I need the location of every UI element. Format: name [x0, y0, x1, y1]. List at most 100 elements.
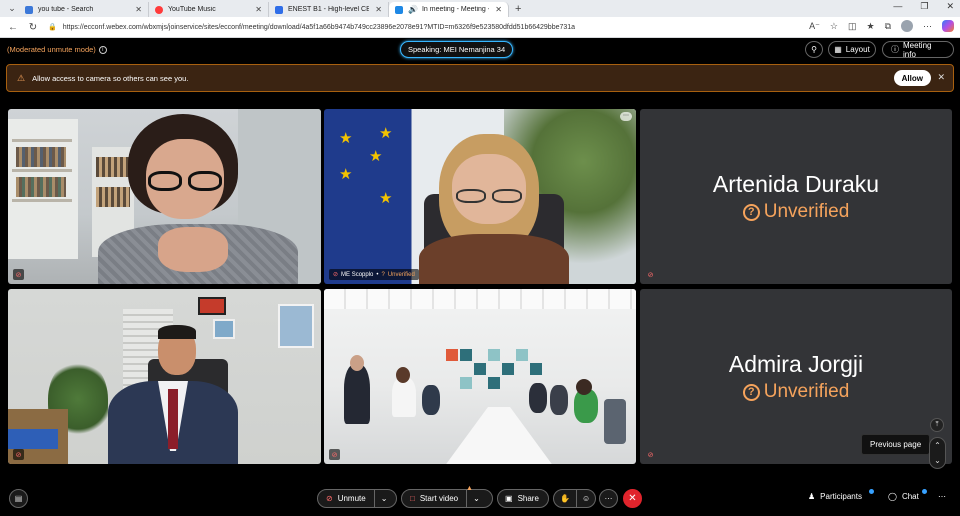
browser-toolbar-right: A⁻ ☆ ◫ ★ ⧉ ⋯ [809, 20, 954, 32]
search-icon: ⚲ [811, 45, 817, 54]
share-label: Share [517, 494, 539, 503]
previous-page-button[interactable]: ⌃ [930, 438, 945, 453]
share-button[interactable]: ▣ Share [497, 489, 549, 508]
tab-title: YouTube Music [168, 6, 216, 13]
webex-favicon-icon [395, 5, 403, 14]
video-options-button[interactable]: ⌄ [466, 490, 486, 507]
question-circle-icon: ? [742, 203, 760, 221]
warning-icon: ⚠ [17, 72, 26, 83]
video-off-icon: □ [410, 494, 415, 503]
minimize-icon[interactable]: — [893, 1, 902, 12]
start-video-button[interactable]: □ Start video [402, 490, 466, 507]
arrow-to-top-icon: ⤒ [935, 421, 939, 428]
favorites-icon[interactable]: ★ [866, 21, 874, 32]
close-tab-icon[interactable]: ✕ [135, 5, 142, 14]
back-arrow-icon[interactable]: ← [6, 22, 20, 33]
active-speaker-indicator: Speaking: MEI Nemanjina 34 [400, 41, 514, 58]
participant-name: Admira Jorgji [728, 351, 864, 377]
read-aloud-icon[interactable]: A⁻ [809, 21, 820, 32]
tab-title: ENEST B1 - High-level CBAM me [288, 6, 370, 13]
meeting-top-bar: (Moderated unmute mode) i Speaking: MEI … [0, 38, 960, 62]
chat-icon: ◯ [888, 492, 897, 501]
reactions-button[interactable]: ☺ [575, 490, 595, 507]
meeting-info-label: Meeting info [903, 40, 932, 59]
audio-playing-icon[interactable]: 🔊 [408, 5, 418, 14]
raise-hand-button[interactable]: ✋ [554, 490, 576, 507]
unverified-icon: ? [381, 271, 385, 278]
layout-button[interactable]: ▦ Layout [828, 41, 876, 58]
participant-video: ⊘ [8, 289, 321, 464]
favorite-star-icon[interactable]: ☆ [830, 21, 838, 32]
tab-title: In meeting - Meeting - Webe [421, 6, 489, 13]
copilot-icon[interactable] [942, 20, 954, 32]
participants-label: Participants [820, 492, 862, 501]
split-screen-icon[interactable]: ◫ [848, 21, 857, 32]
close-tab-icon[interactable]: ✕ [255, 5, 262, 14]
new-tab-button[interactable]: + [515, 3, 521, 15]
window-controls: — ❐ ✕ [893, 1, 954, 12]
speaking-label: Speaking: MEI Nemanjina 34 [408, 45, 506, 54]
reload-icon[interactable]: ↻ [26, 22, 40, 33]
close-banner-icon[interactable]: ✕ [937, 72, 945, 83]
collections-icon[interactable]: ⧉ [885, 21, 891, 32]
captions-icon: ▤ [14, 494, 23, 503]
chat-notification-dot [922, 489, 927, 494]
more-panels-button[interactable]: ⋯ [938, 492, 946, 501]
unmute-label: Unmute [337, 494, 366, 503]
share-content: ▣ Share [498, 490, 546, 507]
browser-tab-search[interactable]: you tube - Search ✕ [19, 2, 149, 17]
video-tile-participant-4[interactable]: ⊘ [8, 289, 321, 464]
tab-title: you tube - Search [38, 6, 94, 13]
info-icon[interactable]: i [98, 45, 107, 54]
muted-mic-icon: ⊘ [326, 494, 333, 503]
participants-notification-dot [869, 489, 874, 494]
video-tile-artenida[interactable]: Artenida Duraku ? Unverified ⊘ [640, 109, 952, 284]
jump-to-top-button[interactable]: ⤒ [930, 418, 944, 432]
meeting-info-button[interactable]: ⓘ Meeting info [882, 40, 954, 59]
participants-button[interactable]: ♟ Participants [808, 492, 862, 501]
url-text: https://ecconf.webex.com/wbxmjs/joinserv… [62, 23, 576, 31]
muted-mic-icon: ⊘ [647, 451, 654, 459]
browser-tab-in-meeting[interactable]: 🔊 In meeting - Meeting - Webe ✕ [389, 2, 509, 17]
more-dots-icon: ⋯ [604, 494, 613, 503]
next-page-button[interactable]: ⌄ [930, 453, 945, 468]
video-tile-participant-2[interactable]: ★ ★ ★ ★ ★ ⊘ ME Scopplo • ? Unverified ⋯ [324, 109, 636, 284]
restore-icon[interactable]: ❐ [920, 1, 928, 12]
search-button[interactable]: ⚲ [805, 41, 823, 58]
muted-mic-icon: ⊘ [647, 271, 654, 279]
youtube-music-favicon-icon [155, 5, 163, 14]
browser-tab-cbam[interactable]: ENEST B1 - High-level CBAM me ✕ [269, 2, 389, 17]
smiley-icon: ☺ [581, 494, 591, 503]
camera-permission-banner: ⚠ Allow access to camera so others can s… [6, 64, 954, 92]
lock-icon[interactable]: 🔒 [48, 23, 57, 31]
unmute-control: ⊘ Unmute ⌄ [317, 489, 397, 508]
more-options-icon[interactable]: ⋯ [923, 21, 932, 32]
muted-mic-icon: ⊘ [329, 449, 340, 460]
address-bar: ← ↻ 🔒 https://ecconf.webex.com/wbxmjs/jo… [0, 17, 960, 38]
banner-message: Allow access to camera so others can see… [32, 73, 189, 83]
tab-actions-icon[interactable]: ⌄ [5, 2, 19, 16]
url-field[interactable]: 🔒 https://ecconf.webex.com/wbxmjs/joinse… [48, 20, 818, 35]
video-tile-conference-room[interactable]: ⊘ [324, 289, 636, 464]
participants-icon: ♟ [808, 492, 816, 501]
reactions-control: ✋ ☺ [553, 489, 596, 508]
close-window-icon[interactable]: ✕ [946, 1, 954, 12]
profile-avatar-icon[interactable] [901, 20, 913, 32]
search-favicon-icon [25, 5, 33, 14]
close-tab-icon[interactable]: ✕ [495, 5, 502, 14]
tile-more-options-icon[interactable]: ⋯ [620, 112, 632, 121]
video-tile-participant-1[interactable]: ⊘ [8, 109, 321, 284]
captions-button[interactable]: ▤ [9, 489, 28, 508]
moderated-mode-indicator: (Moderated unmute mode) i [7, 45, 107, 54]
page-navigation: ⌃ ⌄ [929, 437, 946, 469]
audio-options-button[interactable]: ⌄ [373, 490, 394, 507]
unmute-button[interactable]: ⊘ Unmute [318, 490, 374, 507]
browser-tab-bar: ⌄ you tube - Search ✕ YouTube Music ✕ EN… [0, 0, 960, 17]
more-options-button[interactable]: ⋯ [599, 489, 618, 508]
allow-button[interactable]: Allow [893, 70, 931, 86]
close-tab-icon[interactable]: ✕ [375, 5, 382, 14]
leave-meeting-button[interactable]: ✕ [623, 489, 642, 508]
eu-stars-decoration: ★ ★ ★ [339, 130, 383, 183]
chat-button[interactable]: ◯ Chat [888, 492, 919, 501]
browser-tab-youtube-music[interactable]: YouTube Music ✕ [149, 2, 269, 17]
